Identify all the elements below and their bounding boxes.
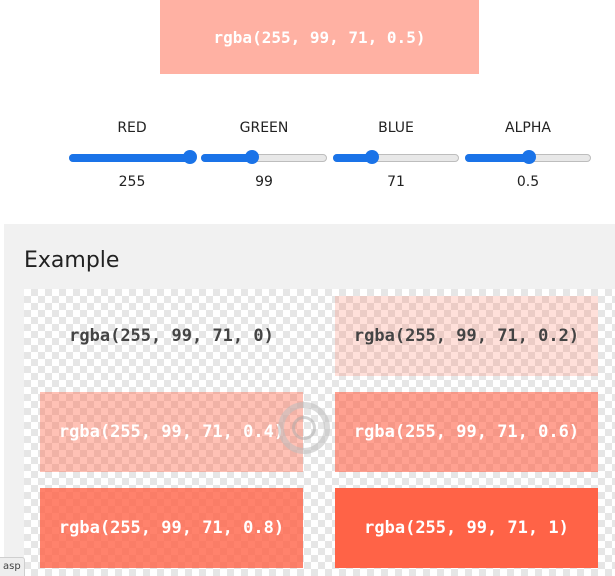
slider-alpha-value: 0.5 bbox=[516, 174, 540, 190]
slider-red-value: 255 bbox=[118, 174, 146, 190]
example-box-label: rgba(255, 99, 71, 0.4) bbox=[58, 422, 285, 442]
color-preview-label: rgba(255, 99, 71, 0.5) bbox=[213, 27, 426, 47]
slider-alpha-thumb[interactable] bbox=[522, 150, 536, 164]
color-preview-swatch: rgba(255, 99, 71, 0.5) bbox=[160, 0, 479, 74]
slider-blue-value: 71 bbox=[387, 174, 405, 190]
slider-green-track[interactable] bbox=[201, 150, 327, 164]
example-box-alpha-0-4: rgba(255, 99, 71, 0.4) bbox=[40, 392, 303, 472]
example-box-label: rgba(255, 99, 71, 0.6) bbox=[353, 422, 580, 442]
spinner-icon bbox=[278, 402, 330, 454]
example-box-alpha-0: rgba(255, 99, 71, 0) bbox=[40, 296, 303, 376]
slider-blue-track[interactable] bbox=[333, 150, 459, 164]
slider-red-thumb[interactable] bbox=[183, 150, 197, 164]
example-box-label: rgba(255, 99, 71, 0) bbox=[69, 326, 274, 346]
slider-blue-label: BLUE bbox=[378, 120, 414, 136]
example-box-label: rgba(255, 99, 71, 0.2) bbox=[353, 326, 580, 346]
slider-alpha: ALPHA 0.5 bbox=[464, 116, 592, 190]
example-box-alpha-0-2: rgba(255, 99, 71, 0.2) bbox=[335, 296, 598, 376]
example-box-alpha-0-6: rgba(255, 99, 71, 0.6) bbox=[335, 392, 598, 472]
slider-green-value: 99 bbox=[255, 174, 273, 190]
example-box-label: rgba(255, 99, 71, 0.8) bbox=[58, 518, 285, 538]
example-title: Example bbox=[24, 248, 120, 273]
slider-red-label: RED bbox=[117, 120, 147, 136]
slider-red-track[interactable] bbox=[69, 150, 197, 164]
example-box-label: rgba(255, 99, 71, 1) bbox=[364, 518, 569, 538]
slider-green-thumb[interactable] bbox=[245, 150, 259, 164]
slider-green: GREEN 99 bbox=[200, 116, 328, 190]
example-box-alpha-0-8: rgba(255, 99, 71, 0.8) bbox=[40, 488, 303, 568]
slider-alpha-label: ALPHA bbox=[505, 120, 551, 136]
slider-alpha-track[interactable] bbox=[465, 150, 591, 164]
slider-blue: BLUE 71 bbox=[332, 116, 460, 190]
slider-blue-thumb[interactable] bbox=[365, 150, 379, 164]
slider-red: RED 255 bbox=[68, 116, 197, 190]
status-tooltip: asp bbox=[0, 557, 25, 576]
slider-green-label: GREEN bbox=[239, 120, 289, 136]
example-box-alpha-1: rgba(255, 99, 71, 1) bbox=[335, 488, 598, 568]
